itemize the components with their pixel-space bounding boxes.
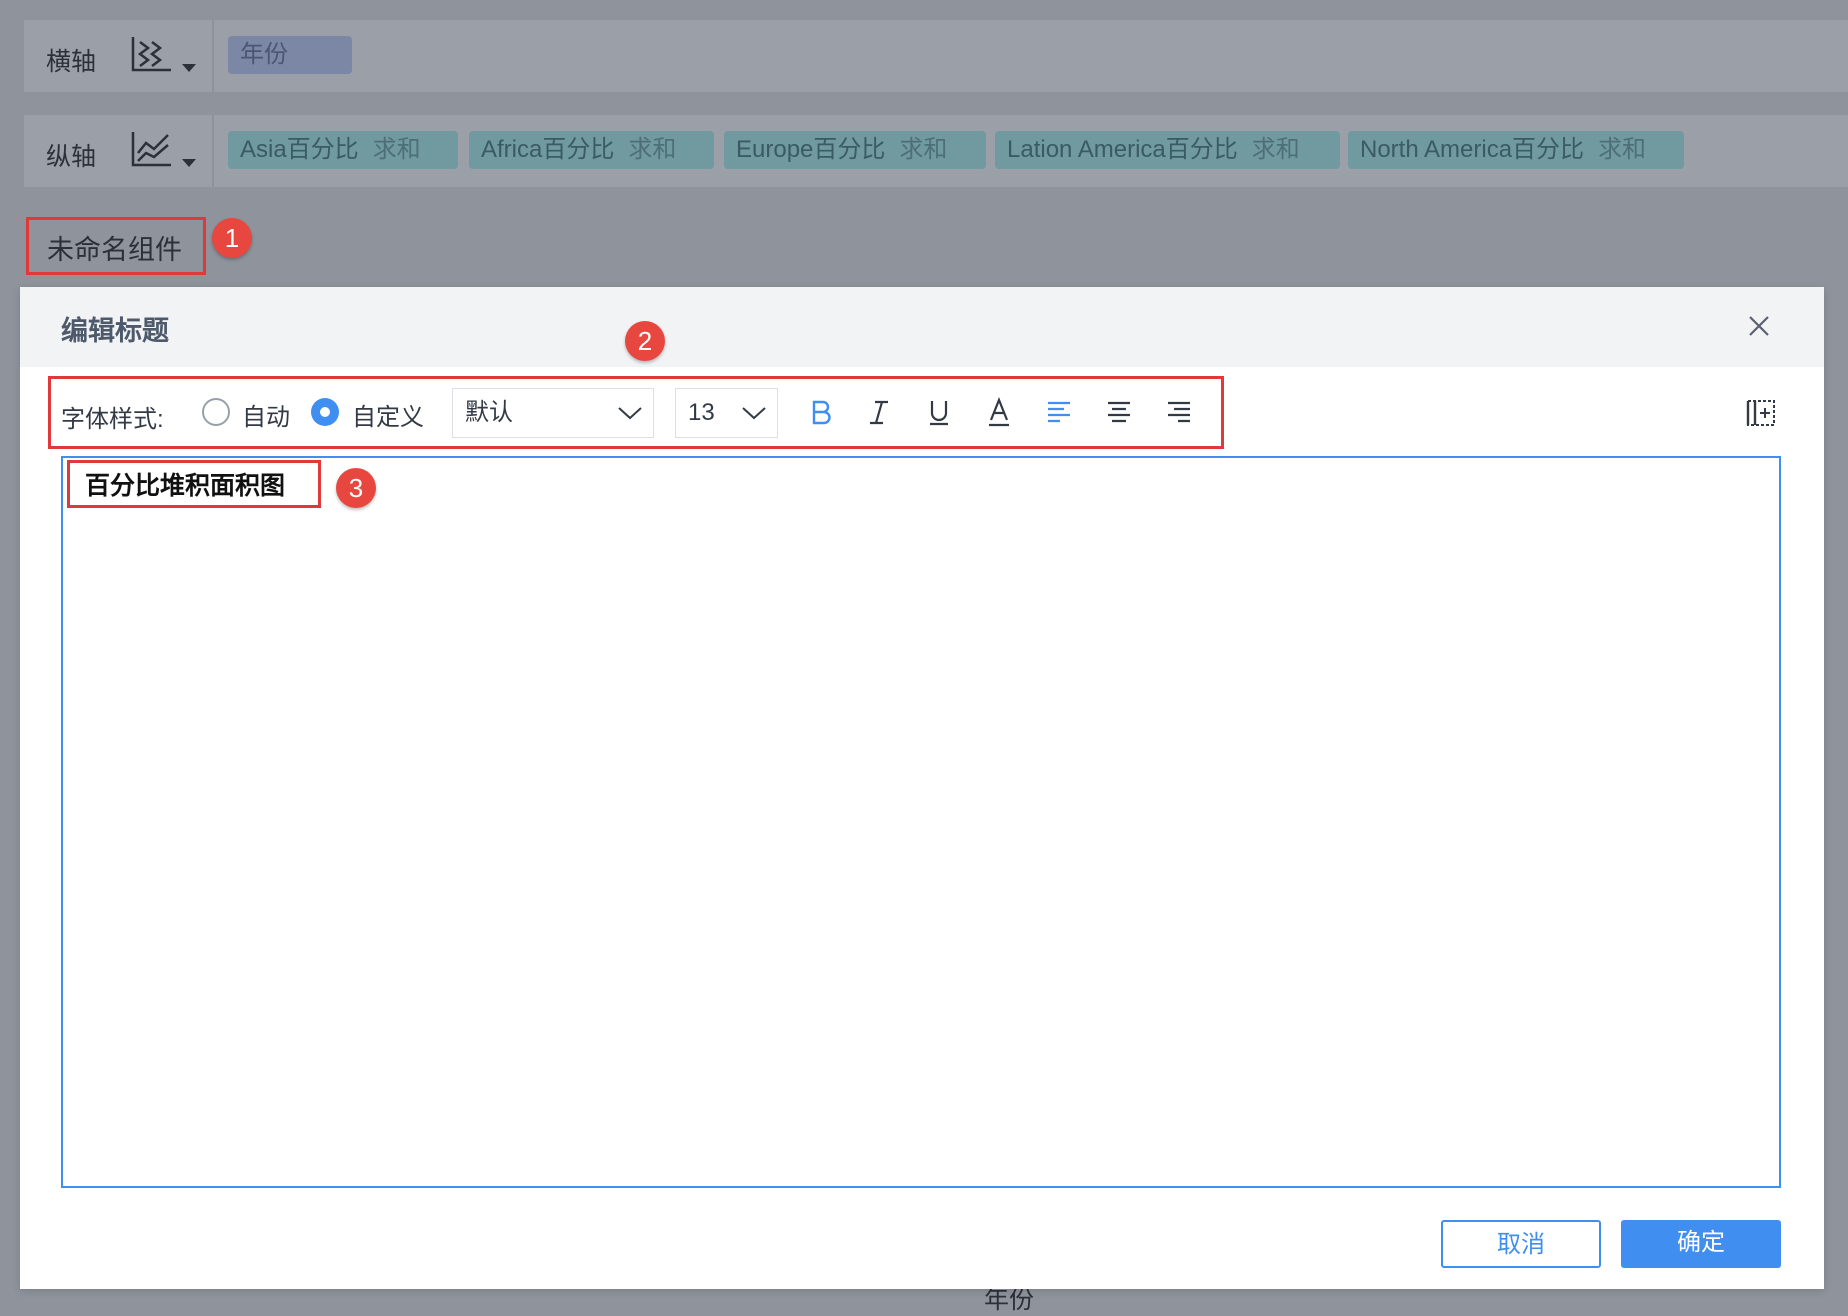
y-axis-field-pill[interactable]: Africa百分比 求和 [469, 131, 714, 169]
callout-badge-1: 1 [212, 218, 252, 258]
cancel-button[interactable]: 取消 [1441, 1220, 1601, 1268]
x-axis-label: 横轴 [46, 48, 97, 76]
callout-box-2 [48, 376, 1224, 449]
callout-box-3 [67, 460, 321, 508]
field-aggregation: 求和 [899, 136, 948, 163]
field-aggregation: 求和 [372, 136, 421, 163]
field-name: Lation America百分比 [1007, 136, 1238, 163]
field-aggregation: 求和 [1598, 136, 1647, 163]
confirm-button[interactable]: 确定 [1621, 1220, 1781, 1268]
dialog-title: 编辑标题 [61, 316, 169, 346]
field-name: Africa百分比 [481, 136, 615, 163]
field-name: 年份 [240, 41, 288, 68]
y-axis-chevron-down-icon[interactable] [182, 159, 196, 167]
callout-badge-2: 2 [625, 321, 665, 361]
callout-badge-3: 3 [336, 468, 376, 508]
divider [212, 20, 214, 92]
insert-field-icon[interactable] [1744, 396, 1778, 430]
x-axis-field-pill[interactable]: 年份 [228, 36, 352, 74]
title-editor[interactable]: 百分比堆积面积图 [61, 456, 1781, 1188]
field-name: Europe百分比 [736, 136, 886, 163]
field-name: Asia百分比 [240, 136, 359, 163]
x-axis-row: 横轴 年份 [24, 20, 1848, 92]
y-axis-field-pill[interactable]: Asia百分比 求和 [228, 131, 458, 169]
callout-box-1 [26, 217, 206, 275]
dialog-header: 编辑标题 [20, 287, 1824, 367]
y-axis-label: 纵轴 [46, 143, 97, 171]
y-axis-row: 纵轴 Asia百分比 求和 Africa百分比 求和 Europe百分比 求和 Lat… [24, 115, 1848, 187]
field-aggregation: 求和 [1251, 136, 1300, 163]
y-axis-field-pill[interactable]: Europe百分比 求和 [724, 131, 986, 169]
field-aggregation: 求和 [628, 136, 677, 163]
x-axis-chart-type-icon[interactable] [130, 34, 174, 74]
divider [212, 115, 214, 187]
y-axis-field-pill[interactable]: Lation America百分比 求和 [995, 131, 1340, 169]
y-axis-field-pill[interactable]: North America百分比 求和 [1348, 131, 1684, 169]
y-axis-chart-type-icon[interactable] [130, 129, 174, 169]
x-axis-chevron-down-icon[interactable] [182, 64, 196, 72]
close-icon[interactable] [1744, 311, 1774, 341]
field-name: North America百分比 [1360, 136, 1585, 163]
